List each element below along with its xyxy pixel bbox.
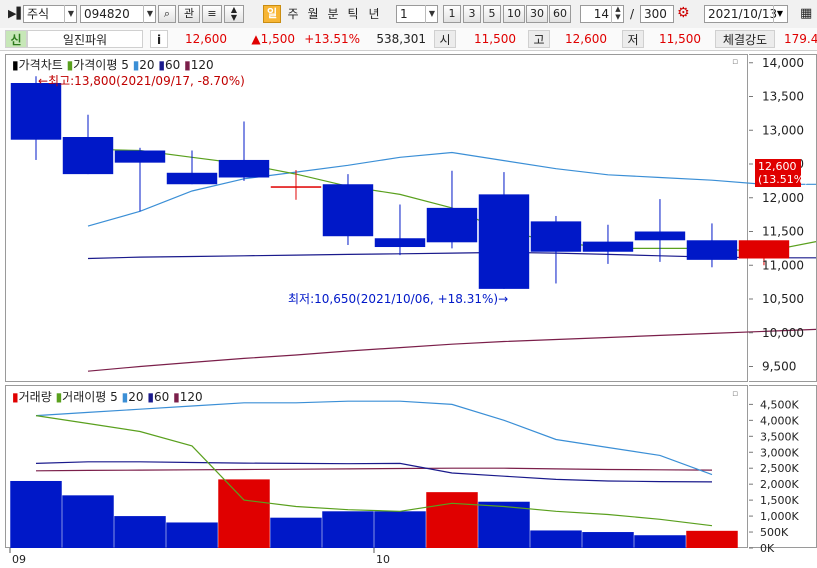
price-legend-ma: 가격이평	[73, 58, 118, 72]
price-tick-label: 9,500	[762, 360, 796, 374]
candle-body	[218, 159, 270, 178]
price-plot-area	[10, 76, 817, 372]
price-tick-label: 12,000	[762, 191, 804, 205]
volume-tick-label: 4,000K	[760, 414, 799, 427]
candle-body	[114, 150, 166, 163]
candle-body	[738, 240, 790, 259]
volume-bar	[166, 522, 218, 548]
volume-tick-label: 2,500K	[760, 462, 799, 475]
candle-body	[10, 83, 62, 140]
volume-legend-ma: 거래이평	[62, 390, 107, 404]
volume-tick-label: 4,500K	[760, 398, 799, 411]
volume-bar	[634, 535, 686, 548]
candle-body	[62, 137, 114, 175]
volume-bar	[62, 495, 114, 548]
candle-body	[530, 221, 582, 252]
volume-legend-ma5: 5	[110, 390, 118, 404]
candle-body	[374, 238, 426, 248]
legend-marker: ▮	[147, 390, 154, 404]
price-tick-label: 11,500	[762, 225, 804, 239]
volume-bar	[114, 516, 166, 548]
volume-tick-label: 3,500K	[760, 430, 799, 443]
candle-body	[582, 241, 634, 252]
volume-tick-label: 1,500K	[760, 494, 799, 507]
volume-bar	[10, 480, 62, 548]
price-tag-percent: (13.51%)	[758, 173, 809, 186]
panel-close-icon[interactable]: ▫	[732, 389, 738, 399]
price-legend-ma60: 60	[165, 58, 181, 72]
panel-close-icon[interactable]: ▫	[732, 57, 738, 67]
price-tick-label: 14,000	[762, 56, 804, 70]
volume-tick-label: 0K	[760, 542, 775, 555]
price-tick-label: 13,000	[762, 123, 804, 137]
x-tick-label: 10	[376, 553, 390, 566]
volume-tick-label: 500K	[760, 526, 789, 539]
volume-bar	[582, 532, 634, 548]
volume-tick-label: 2,000K	[760, 478, 799, 491]
volume-legend-ma120: 120	[179, 390, 203, 404]
legend-marker: ▮	[12, 390, 19, 404]
current-price-tag: 12,600 (13.51%)	[755, 159, 809, 187]
price-tick-label: 13,500	[762, 90, 804, 104]
price-ma120-line	[87, 328, 817, 372]
legend-marker: ▮	[184, 58, 191, 72]
low-annotation: 최저:10,650(2021/10/06, +18.31%)→	[288, 292, 509, 306]
price-legend-ma120: 120	[190, 58, 214, 72]
volume-bar	[530, 530, 582, 548]
high-annotation: ←최고:13,800(2021/09/17, -8.70%)	[38, 74, 245, 88]
candle-body	[270, 186, 322, 188]
price-tick-label: 10,000	[762, 326, 804, 340]
x-tick-label: 09	[12, 553, 26, 566]
volume-plot-area	[10, 400, 738, 548]
volume-ma60-line	[35, 461, 713, 483]
price-tag-price: 12,600	[758, 160, 797, 173]
legend-marker: ▮	[173, 390, 180, 404]
volume-tick-label: 3,000K	[760, 446, 799, 459]
candle-body	[686, 240, 738, 260]
price-tick-label: 11,000	[762, 258, 804, 272]
volume-legend-ma20: 20	[128, 390, 144, 404]
price-legend-ma20: 20	[139, 58, 155, 72]
candle-body	[634, 231, 686, 241]
candle-body	[478, 194, 530, 289]
volume-tick-label: 1,000K	[760, 510, 799, 523]
price-legend-ma5: 5	[121, 58, 129, 72]
price-tick-label: 10,500	[762, 292, 804, 306]
volume-bar	[426, 492, 478, 548]
legend-marker: ▮	[12, 58, 19, 72]
volume-legend: ▮거래량 ▮거래이평 5 ▮20 ▮60 ▮120	[12, 388, 203, 405]
volume-bar	[686, 530, 738, 548]
volume-bar	[270, 517, 322, 548]
volume-ma120-line	[35, 467, 713, 472]
volume-bar	[218, 479, 270, 548]
volume-legend-title: 거래량	[18, 390, 52, 404]
candle-body	[322, 184, 374, 237]
price-legend: ▮가격차트 ▮가격이평 5 ▮20 ▮60 ▮120	[12, 56, 214, 73]
candle-body	[426, 207, 478, 243]
volume-bar	[322, 511, 374, 548]
candle-body	[166, 172, 218, 185]
volume-legend-ma60: 60	[153, 390, 170, 404]
volume-bar	[374, 511, 426, 548]
price-legend-title: 가격차트	[18, 58, 63, 72]
